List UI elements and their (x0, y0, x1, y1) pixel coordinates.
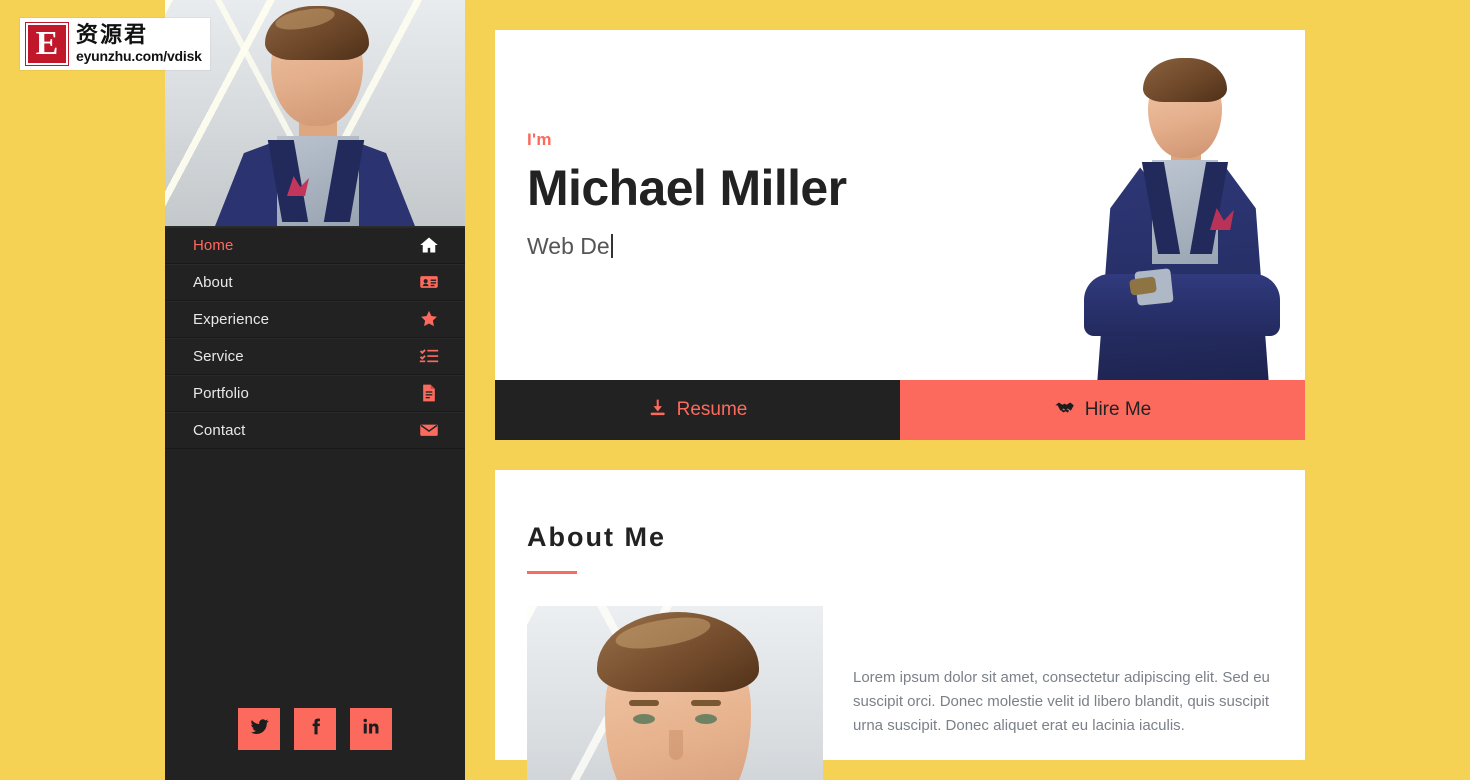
about-paragraph: Lorem ipsum dolor sit amet, consectetur … (853, 669, 1270, 734)
envelope-icon (419, 420, 439, 440)
hero-role-text: Web De (527, 232, 610, 259)
sidebar-item-label: About (193, 273, 233, 291)
facebook-button[interactable] (294, 708, 336, 750)
watermark-badge-icon: E (25, 22, 69, 66)
about-inner: About Me Lorem ipsum dolor sit amet, con… (495, 470, 1305, 780)
sidebar-item-label: Home (193, 236, 234, 254)
about-title: About Me (527, 522, 666, 552)
about-eyebrow-left (629, 700, 659, 706)
hero-inner: I'm Michael Miller Web De (495, 30, 1305, 380)
about-card: About Me Lorem ipsum dolor sit amet, con… (495, 470, 1305, 780)
hire-me-button-label: Hire Me (1084, 399, 1152, 420)
hero-crossed-arms (1084, 274, 1280, 336)
sidebar-item-home[interactable]: Home (165, 227, 465, 264)
sidebar-item-contact[interactable]: Contact (165, 412, 465, 449)
sidebar-item-service[interactable]: Service (165, 338, 465, 375)
sidebar-item-about[interactable]: About (165, 264, 465, 301)
resume-button-label: Resume (676, 399, 748, 420)
sidebar-nav: Home About Experience Service Portfolio … (165, 226, 465, 449)
list-check-icon (419, 346, 439, 366)
sidebar-item-label: Service (193, 347, 244, 365)
about-body: Lorem ipsum dolor sit amet, consectetur … (527, 606, 1305, 780)
hero-photo (1040, 30, 1305, 380)
linkedin-icon (362, 717, 381, 741)
watermark-logo: E 资源君 eyunzhu.com/vdisk (20, 18, 210, 70)
about-eyebrow-right (691, 700, 721, 706)
sidebar-item-label: Experience (193, 310, 270, 328)
hero-card: I'm Michael Miller Web De (495, 30, 1305, 380)
home-icon (419, 235, 439, 255)
main-content: I'm Michael Miller Web De Resume Hire Me… (465, 0, 1470, 780)
typing-cursor (610, 234, 613, 258)
linkedin-button[interactable] (350, 708, 392, 750)
watermark-text: 资源君 eyunzhu.com/vdisk (76, 23, 202, 64)
watermark-brand: 资源君 (76, 23, 149, 48)
resume-button[interactable]: Resume (495, 380, 900, 440)
avatar (165, 0, 465, 226)
file-icon (419, 383, 439, 403)
hero-button-row: Resume Hire Me (495, 380, 1305, 440)
id-card-icon (419, 272, 439, 292)
about-eye-right (695, 714, 717, 724)
sidebar: Home About Experience Service Portfolio … (165, 0, 465, 780)
watermark-url: eyunzhu.com/vdisk (76, 48, 202, 64)
about-title-underline (527, 571, 577, 574)
about-eye-left (633, 714, 655, 724)
about-nose (669, 730, 683, 760)
facebook-icon (306, 717, 325, 741)
download-icon (648, 398, 667, 423)
sidebar-item-experience[interactable]: Experience (165, 301, 465, 338)
sidebar-item-portfolio[interactable]: Portfolio (165, 375, 465, 412)
star-icon (419, 309, 439, 329)
twitter-button[interactable] (238, 708, 280, 750)
about-photo (527, 606, 823, 780)
hire-me-button[interactable]: Hire Me (900, 380, 1305, 440)
sidebar-item-label: Portfolio (193, 384, 249, 402)
twitter-icon (250, 717, 269, 741)
handshake-icon (1054, 397, 1075, 424)
sidebar-item-label: Contact (193, 421, 246, 439)
social-links (165, 708, 465, 750)
